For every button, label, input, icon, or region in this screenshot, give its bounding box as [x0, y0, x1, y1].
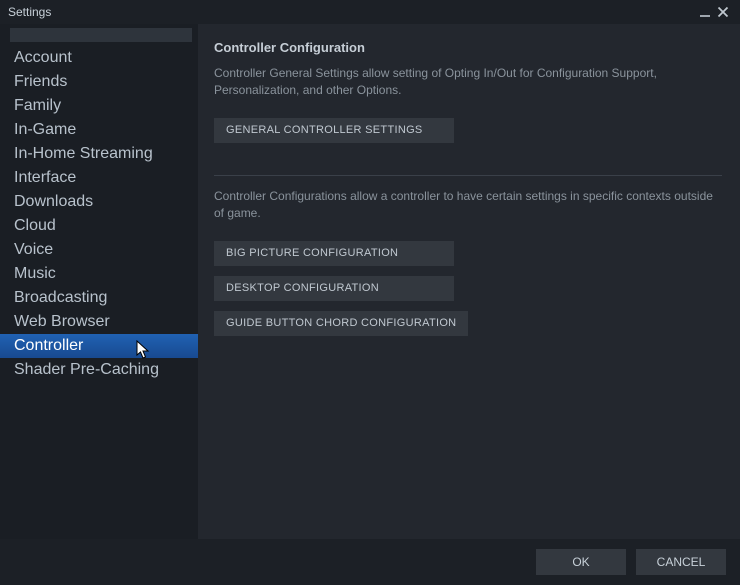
content-heading: Controller Configuration — [214, 40, 722, 55]
big-picture-configuration-button[interactable]: BIG PICTURE CONFIGURATION — [214, 241, 454, 266]
minimize-icon — [699, 6, 711, 18]
desktop-configuration-button[interactable]: DESKTOP CONFIGURATION — [214, 276, 454, 301]
sidebar-item-voice[interactable]: Voice — [0, 238, 198, 262]
general-controller-settings-button[interactable]: GENERAL CONTROLLER SETTINGS — [214, 118, 454, 143]
sidebar-item-friends[interactable]: Friends — [0, 70, 198, 94]
sidebar-top-stripe — [10, 28, 192, 42]
sidebar-item-cloud[interactable]: Cloud — [0, 214, 198, 238]
sidebar: Account Friends Family In-Game In-Home S… — [0, 24, 198, 539]
settings-window: Settings Account Friends Family In-Game … — [0, 0, 740, 585]
sidebar-item-label: Family — [14, 97, 61, 115]
sidebar-item-music[interactable]: Music — [0, 262, 198, 286]
sidebar-item-interface[interactable]: Interface — [0, 166, 198, 190]
sidebar-item-label: In-Home Streaming — [14, 145, 153, 163]
sidebar-item-label: Interface — [14, 169, 76, 187]
cancel-button[interactable]: CANCEL — [636, 549, 726, 575]
sidebar-item-label: Controller — [14, 337, 83, 355]
sidebar-item-label: Music — [14, 265, 56, 283]
sidebar-item-label: In-Game — [14, 121, 76, 139]
sidebar-item-label: Cloud — [14, 217, 56, 235]
sidebar-item-controller[interactable]: Controller — [0, 334, 198, 358]
sidebar-item-web-browser[interactable]: Web Browser — [0, 310, 198, 334]
sidebar-item-broadcasting[interactable]: Broadcasting — [0, 286, 198, 310]
dialog-footer: OK CANCEL — [0, 539, 740, 585]
context-configurations-description: Controller Configurations allow a contro… — [214, 188, 714, 223]
close-button[interactable] — [714, 3, 732, 21]
sidebar-item-label: Broadcasting — [14, 289, 107, 307]
guide-button-chord-configuration-button[interactable]: GUIDE BUTTON CHORD CONFIGURATION — [214, 311, 468, 336]
sidebar-item-label: Friends — [14, 73, 67, 91]
settings-body: Account Friends Family In-Game In-Home S… — [0, 24, 740, 539]
sidebar-item-in-home-streaming[interactable]: In-Home Streaming — [0, 142, 198, 166]
ok-button[interactable]: OK — [536, 549, 626, 575]
content-panel: Controller Configuration Controller Gene… — [198, 24, 740, 539]
sidebar-item-in-game[interactable]: In-Game — [0, 118, 198, 142]
minimize-button[interactable] — [696, 3, 714, 21]
sidebar-item-label: Account — [14, 49, 72, 67]
sidebar-item-account[interactable]: Account — [0, 46, 198, 70]
sidebar-item-family[interactable]: Family — [0, 94, 198, 118]
titlebar: Settings — [0, 0, 740, 24]
section-divider — [214, 175, 722, 176]
general-settings-description: Controller General Settings allow settin… — [214, 65, 714, 100]
sidebar-item-downloads[interactable]: Downloads — [0, 190, 198, 214]
window-title: Settings — [8, 5, 51, 19]
sidebar-item-label: Web Browser — [14, 313, 110, 331]
sidebar-item-label: Shader Pre-Caching — [14, 361, 159, 379]
sidebar-item-shader-pre-caching[interactable]: Shader Pre-Caching — [0, 358, 198, 382]
close-icon — [717, 6, 729, 18]
sidebar-item-label: Downloads — [14, 193, 93, 211]
sidebar-item-label: Voice — [14, 241, 53, 259]
